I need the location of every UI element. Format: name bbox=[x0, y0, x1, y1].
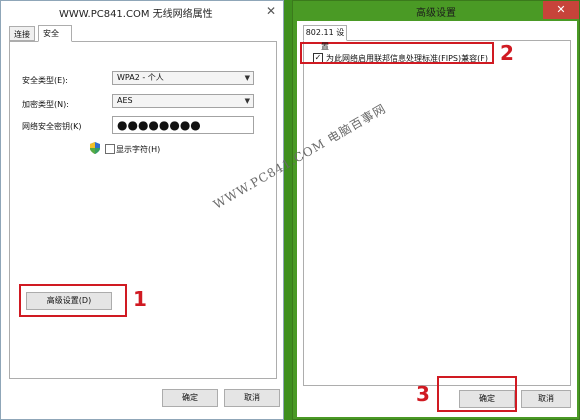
security-type-select[interactable]: WPA2 - 个人 ▼ bbox=[112, 71, 254, 85]
tab-security[interactable]: 安全 bbox=[38, 25, 72, 42]
network-key-input[interactable]: ●●●●●●●● bbox=[112, 116, 254, 134]
ok-button[interactable]: 确定 bbox=[162, 389, 218, 407]
window-title: 高级设置 bbox=[416, 8, 456, 19]
annotation-box-3 bbox=[437, 376, 517, 412]
security-type-value: WPA2 - 个人 bbox=[117, 73, 164, 82]
show-chars-label: 显示字符(H) bbox=[116, 145, 161, 154]
annotation-number-3: 3 bbox=[416, 382, 430, 406]
encryption-type-select[interactable]: AES ▼ bbox=[112, 94, 254, 108]
close-icon[interactable]: ✕ bbox=[543, 1, 579, 19]
network-key-label: 网络安全密钥(K) bbox=[22, 122, 82, 131]
chevron-down-icon: ▼ bbox=[244, 97, 250, 105]
tab-80211-settings[interactable]: 802.11 设置 bbox=[303, 25, 347, 51]
annotation-number-1: 1 bbox=[133, 287, 147, 311]
close-icon[interactable]: ✕ bbox=[263, 3, 279, 19]
window-title: WWW.PC841.COM 无线网络属性 bbox=[59, 9, 213, 20]
title-bar: WWW.PC841.COM 无线网络属性 ✕ bbox=[1, 1, 283, 23]
wireless-properties-window: WWW.PC841.COM 无线网络属性 ✕ 连接 安全 安全类型(E): WP… bbox=[0, 0, 284, 420]
encryption-type-label: 加密类型(N): bbox=[22, 100, 69, 109]
shield-icon bbox=[90, 142, 100, 154]
tab-connection[interactable]: 连接 bbox=[9, 26, 35, 41]
80211-settings-panel: ✓ 为此网络启用联邦信息处理标准(FIPS)兼容(F) bbox=[303, 40, 571, 386]
annotation-number-2: 2 bbox=[500, 41, 514, 65]
security-type-label: 安全类型(E): bbox=[22, 76, 68, 85]
security-tab-panel: 安全类型(E): WPA2 - 个人 ▼ 加密类型(N): AES ▼ 网络安全… bbox=[9, 41, 277, 379]
annotation-box-1 bbox=[19, 284, 127, 317]
cancel-button[interactable]: 取消 bbox=[521, 390, 571, 408]
show-chars-checkbox[interactable] bbox=[105, 144, 115, 154]
chevron-down-icon: ▼ bbox=[244, 74, 250, 82]
encryption-type-value: AES bbox=[117, 96, 133, 105]
cancel-button[interactable]: 取消 bbox=[224, 389, 280, 407]
dialog-client-area: 802.11 设置 ✓ 为此网络启用联邦信息处理标准(FIPS)兼容(F) 确定… bbox=[297, 21, 577, 417]
annotation-box-2 bbox=[300, 42, 494, 64]
